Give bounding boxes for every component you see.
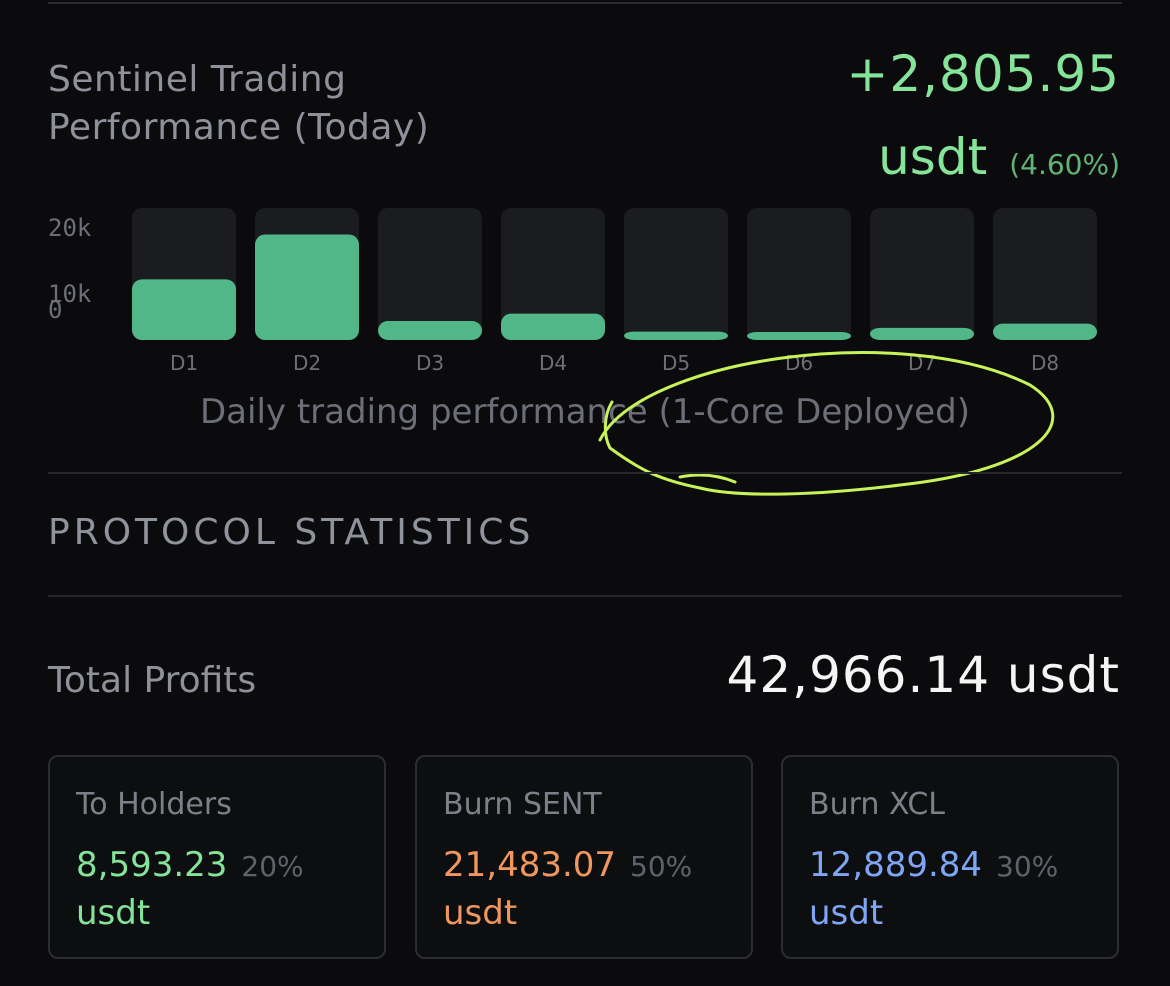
card-value: 8,593.23 20% [76, 845, 304, 885]
x-tick-label: D1 [170, 351, 198, 375]
bar-track [747, 208, 851, 340]
burn-xcl-card: Burn XCL 12,889.84 30% usdt [781, 755, 1119, 959]
card-percent: 20% [241, 850, 304, 883]
chart-svg: 20k10k0D1 D2 D3 D4 D5 D6 D7 D8 [48, 208, 1097, 375]
card-percent: 30% [996, 850, 1059, 883]
card-amount: 8,593.23 [76, 845, 228, 885]
performance-title: Sentinel Trading Performance (Today) [48, 59, 430, 148]
x-tick-label: D8 [1031, 351, 1059, 375]
x-tick-label: D2 [293, 351, 321, 375]
bar-d1 [132, 279, 236, 340]
card-unit: usdt [443, 893, 518, 933]
bar-d4 [501, 313, 605, 340]
bar-track [378, 208, 482, 340]
bar-d3 [378, 321, 482, 340]
card-percent: 50% [630, 850, 693, 883]
card-value: 12,889.84 30% [809, 845, 1058, 885]
y-tick-label: 20k [48, 214, 92, 242]
total-profits-value: 42,966.14 usdt [726, 646, 1120, 704]
card-amount: 21,483.07 [443, 845, 617, 885]
burn-sent-card: Burn SENT 21,483.07 50% usdt [415, 755, 753, 959]
bar-d8 [993, 323, 1097, 340]
bar-track [870, 208, 974, 340]
card-value: 21,483.07 50% [443, 845, 692, 885]
chart-caption: Daily trading performance (1-Core Deploy… [200, 392, 970, 432]
x-tick-label: D6 [785, 351, 813, 375]
card-label: To Holders [76, 787, 232, 822]
section-divider [48, 595, 1122, 597]
card-unit: usdt [809, 893, 884, 933]
bar-d5 [624, 331, 728, 340]
x-tick-label: D3 [416, 351, 444, 375]
x-tick-label: D4 [539, 351, 567, 375]
total-profits-label: Total Profits [48, 660, 257, 701]
bar-d6 [747, 332, 851, 340]
performance-unit: usdt [878, 128, 988, 186]
performance-unit-row: usdt (4.60%) [878, 128, 1120, 186]
card-amount: 12,889.84 [809, 845, 983, 885]
y-tick-label: 0 [48, 296, 62, 324]
bar-d2 [255, 234, 359, 340]
bar-track [624, 208, 728, 340]
card-unit: usdt [76, 893, 151, 933]
holders-card: To Holders 8,593.23 20% usdt [48, 755, 386, 959]
x-tick-label: D5 [662, 351, 690, 375]
card-label: Burn SENT [443, 787, 602, 822]
section-divider [48, 472, 1122, 474]
performance-amount: +2,805.95 [846, 45, 1120, 103]
x-tick-label: D7 [908, 351, 936, 375]
performance-percent: (4.60%) [1009, 148, 1120, 181]
daily-performance-chart: 20k 10k 0 D1 D2 D3 D4 D5 D6 D7 D8 [48, 200, 1122, 390]
bar-d7 [870, 327, 974, 340]
bar-track [993, 208, 1097, 340]
protocol-statistics-title: PROTOCOL STATISTICS [48, 512, 535, 553]
card-label: Burn XCL [809, 787, 945, 822]
top-divider [48, 2, 1122, 4]
